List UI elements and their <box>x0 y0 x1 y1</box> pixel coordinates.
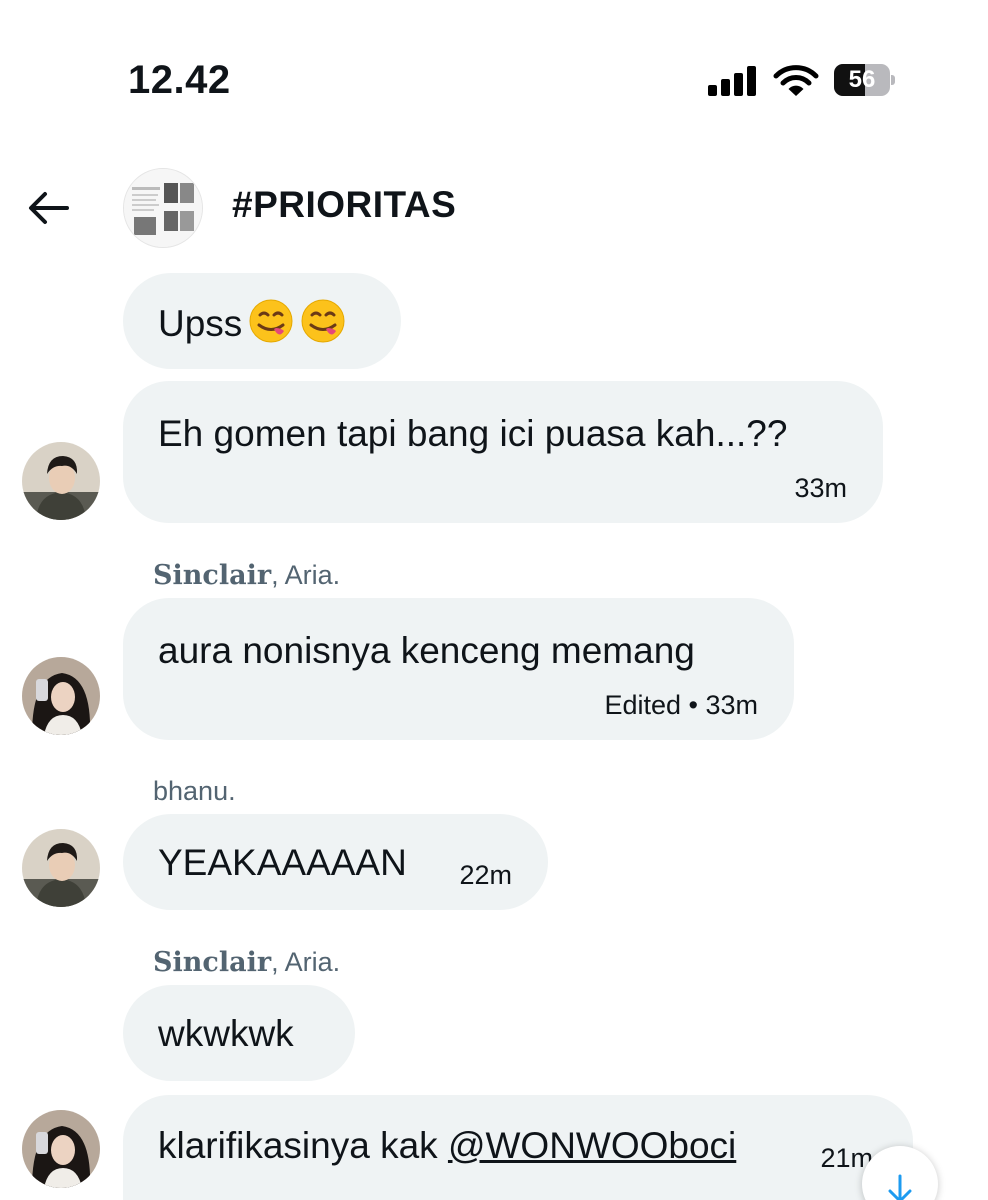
message-time: Edited • 33m <box>604 690 758 720</box>
savoring-food-face-emoji <box>301 299 345 343</box>
message-bubble[interactable]: klarifikasinya kak @WONWOOboci 21m <box>123 1095 913 1200</box>
back-button[interactable] <box>24 184 74 232</box>
status-time: 12.42 <box>128 58 231 102</box>
arrow-down-icon <box>888 1174 912 1200</box>
arrow-left-icon <box>29 192 69 224</box>
sender-name: Sinclair, Aria. <box>153 947 341 978</box>
message-bubble[interactable]: aura nonisnya kenceng memang Edited • 33… <box>123 598 794 740</box>
message-time: 22m <box>459 860 512 890</box>
message-bubble[interactable]: Eh gomen tapi bang ici puasa kah...?? 33… <box>123 381 883 523</box>
sender-avatar[interactable] <box>22 442 100 520</box>
sender-name: Sinclair, Aria. <box>153 560 341 591</box>
group-avatar-image <box>124 169 202 247</box>
message-time: 33m <box>794 473 847 503</box>
status-bar: 12.42 56 <box>0 0 988 150</box>
battery-icon: 56 <box>834 64 896 96</box>
message-bubble[interactable]: wkwkwk <box>123 985 355 1081</box>
sender-avatar[interactable] <box>22 829 100 907</box>
message-bubble[interactable]: Upss <box>123 273 401 369</box>
message-text: klarifikasinya kak @WONWOOboci <box>158 1125 737 1166</box>
message-text: aura nonisnya kenceng memang <box>158 630 695 671</box>
wifi-icon <box>773 65 819 96</box>
savoring-food-face-emoji <box>249 299 293 343</box>
signal-icon <box>708 66 758 96</box>
message-text: wkwkwk <box>158 1013 294 1054</box>
mention-link[interactable]: @WONWOOboci <box>448 1125 736 1166</box>
avatar-image <box>22 442 100 520</box>
sender-name: bhanu. <box>153 776 236 806</box>
conversation-title: #PRIORITAS <box>232 184 457 225</box>
sender-avatar[interactable] <box>22 1110 100 1188</box>
group-avatar[interactable] <box>123 168 203 248</box>
avatar-image <box>22 1110 100 1188</box>
avatar-image <box>22 657 100 735</box>
conversation-header: #PRIORITAS <box>0 160 988 256</box>
message-text: Eh gomen tapi bang ici puasa kah...?? <box>158 413 788 454</box>
message-text: Upss <box>158 298 346 345</box>
sender-avatar[interactable] <box>22 657 100 735</box>
message-text: YEAKAAAAAN <box>158 842 407 883</box>
message-bubble[interactable]: YEAKAAAAAN 22m <box>123 814 548 910</box>
avatar-image <box>22 829 100 907</box>
battery-level: 56 <box>848 66 876 93</box>
